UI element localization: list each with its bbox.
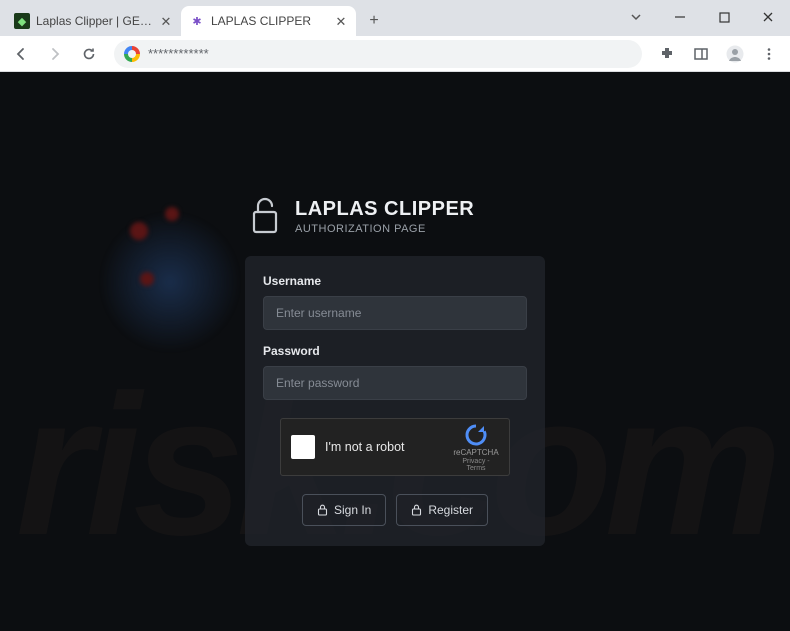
auth-card: LAPLAS CLIPPER AUTHORIZATION PAGE Userna… bbox=[245, 196, 545, 546]
browser-menu-button[interactable] bbox=[754, 39, 784, 69]
window-close-button[interactable] bbox=[746, 0, 790, 34]
recaptcha-badge: reCAPTCHA Privacy - Terms bbox=[453, 422, 499, 472]
username-field: Username bbox=[263, 274, 527, 330]
lock-icon bbox=[317, 504, 328, 516]
register-button-label: Register bbox=[428, 503, 473, 517]
new-tab-button[interactable]: + bbox=[360, 7, 388, 35]
window-controls bbox=[614, 0, 790, 34]
username-input[interactable] bbox=[263, 296, 527, 330]
tab-close-icon[interactable]: ✕ bbox=[159, 15, 173, 28]
tab-title: LAPLAS CLIPPER bbox=[211, 14, 328, 28]
bg-decoration bbox=[100, 212, 240, 352]
tab-favicon-icon: ✱ bbox=[189, 13, 205, 29]
tab-favicon-icon: ◆ bbox=[14, 13, 30, 29]
signin-button[interactable]: Sign In bbox=[302, 494, 386, 526]
password-input[interactable] bbox=[263, 366, 527, 400]
bg-decoration bbox=[165, 207, 179, 221]
extensions-button[interactable] bbox=[652, 39, 682, 69]
browser-tab-0[interactable]: ◆ Laplas Clipper | GENERATION OF ✕ bbox=[6, 6, 181, 36]
bg-decoration bbox=[140, 272, 154, 286]
signin-button-label: Sign In bbox=[334, 503, 371, 517]
brand-subtitle: AUTHORIZATION PAGE bbox=[295, 223, 474, 235]
password-label: Password bbox=[263, 344, 527, 358]
profile-avatar-button[interactable] bbox=[720, 39, 750, 69]
window-minimize-button[interactable] bbox=[658, 0, 702, 34]
google-icon bbox=[124, 46, 140, 62]
brand-title: LAPLAS CLIPPER bbox=[295, 198, 474, 221]
lock-open-icon bbox=[249, 196, 281, 236]
lock-icon bbox=[411, 504, 422, 516]
bg-decoration bbox=[130, 222, 148, 240]
window-titlebar: ◆ Laplas Clipper | GENERATION OF ✕ ✱ LAP… bbox=[0, 0, 790, 36]
browser-toolbar: ************ bbox=[0, 36, 790, 72]
nav-forward-button[interactable] bbox=[40, 39, 70, 69]
username-label: Username bbox=[263, 274, 527, 288]
tabs-menu-button[interactable] bbox=[614, 0, 658, 34]
recaptcha-brand: reCAPTCHA bbox=[453, 449, 499, 458]
address-bar[interactable]: ************ bbox=[114, 40, 642, 68]
browser-tab-1[interactable]: ✱ LAPLAS CLIPPER ✕ bbox=[181, 6, 356, 36]
recaptcha-widget[interactable]: I'm not a robot reCAPTCHA Privacy - Term… bbox=[280, 418, 510, 476]
recaptcha-icon bbox=[463, 422, 489, 448]
tab-title: Laplas Clipper | GENERATION OF bbox=[36, 14, 153, 28]
nav-reload-button[interactable] bbox=[74, 39, 104, 69]
window-maximize-button[interactable] bbox=[702, 0, 746, 34]
page-viewport: risk.com LAPLAS CLIPPER AUTHORIZATION PA… bbox=[0, 72, 790, 631]
auth-header: LAPLAS CLIPPER AUTHORIZATION PAGE bbox=[245, 196, 545, 236]
tab-close-icon[interactable]: ✕ bbox=[334, 15, 348, 28]
nav-back-button[interactable] bbox=[6, 39, 36, 69]
recaptcha-checkbox[interactable] bbox=[291, 435, 315, 459]
address-bar-text: ************ bbox=[148, 46, 209, 61]
recaptcha-legal: Privacy - Terms bbox=[453, 458, 499, 472]
recaptcha-label: I'm not a robot bbox=[325, 440, 443, 454]
password-field: Password bbox=[263, 344, 527, 400]
side-panel-button[interactable] bbox=[686, 39, 716, 69]
login-panel: Username Password I'm not a robot bbox=[245, 256, 545, 546]
register-button[interactable]: Register bbox=[396, 494, 488, 526]
button-row: Sign In Register bbox=[263, 494, 527, 526]
